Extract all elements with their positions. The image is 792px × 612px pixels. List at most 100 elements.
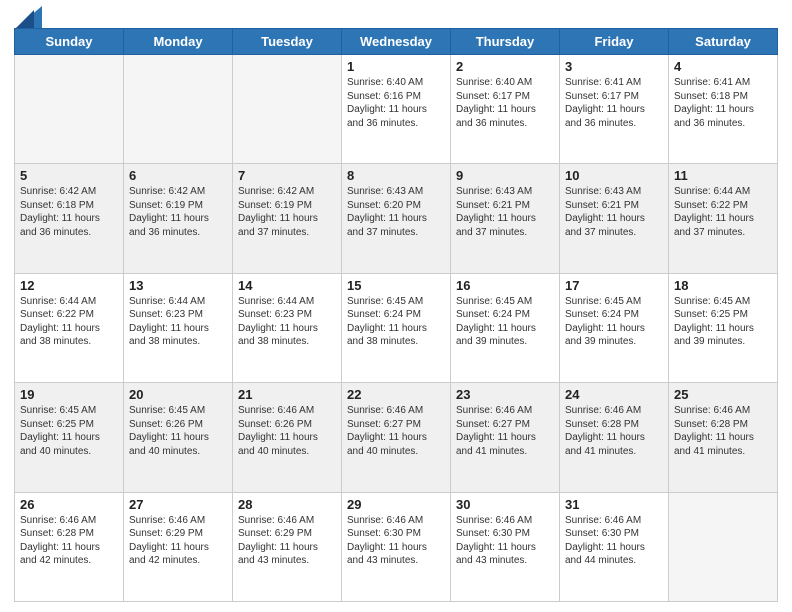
calendar-cell: 23 Sunrise: 6:46 AMSunset: 6:27 PMDayligh…	[451, 383, 560, 492]
day-info: Sunrise: 6:41 AMSunset: 6:18 PMDaylight:…	[674, 76, 772, 130]
day-number: 27	[129, 497, 227, 512]
weekday-header: Wednesday	[342, 29, 451, 55]
day-info: Sunrise: 6:44 AMSunset: 6:22 PMDaylight:…	[20, 295, 118, 349]
day-info: Sunrise: 6:46 AMSunset: 6:30 PMDaylight:…	[347, 514, 445, 568]
day-number: 3	[565, 59, 663, 74]
day-info: Sunrise: 6:43 AMSunset: 6:21 PMDaylight:…	[456, 185, 554, 239]
calendar-cell: 22Sunrise: 6:46 AMSunset: 6:27 PMDayligh…	[342, 383, 451, 492]
calendar-cell: 3 Sunrise: 6:41 AMSunset: 6:17 PMDaylight…	[560, 55, 669, 164]
calendar-cell: 31 Sunrise: 6:46 AMSunset: 6:30 PMDayligh…	[560, 492, 669, 601]
calendar-week-row: 12 Sunrise: 6:44 AMSunset: 6:22 PMDayligh…	[15, 273, 778, 382]
day-number: 19	[20, 387, 118, 402]
day-info: Sunrise: 6:46 AMSunset: 6:26 PMDaylight:…	[238, 404, 336, 458]
calendar-week-row: 26 Sunrise: 6:46 AMSunset: 6:28 PMDayligh…	[15, 492, 778, 601]
calendar-cell: 8 Sunrise: 6:43 AMSunset: 6:20 PMDaylight…	[342, 164, 451, 273]
weekday-header: Friday	[560, 29, 669, 55]
top-section	[14, 10, 778, 22]
day-number: 22	[347, 387, 445, 402]
day-number: 4	[674, 59, 772, 74]
calendar-cell: 25 Sunrise: 6:46 AMSunset: 6:28 PMDayligh…	[669, 383, 778, 492]
day-info: Sunrise: 6:45 AMSunset: 6:24 PMDaylight:…	[347, 295, 445, 349]
calendar-cell: 14 Sunrise: 6:44 AMSunset: 6:23 PMDayligh…	[233, 273, 342, 382]
calendar-cell: 27Sunrise: 6:46 AMSunset: 6:29 PMDayligh…	[124, 492, 233, 601]
calendar-cell: 15 Sunrise: 6:45 AMSunset: 6:24 PMDayligh…	[342, 273, 451, 382]
day-number: 23	[456, 387, 554, 402]
day-info: Sunrise: 6:43 AMSunset: 6:20 PMDaylight:…	[347, 185, 445, 239]
day-info: Sunrise: 6:40 AMSunset: 6:16 PMDaylight:…	[347, 76, 445, 130]
day-info: Sunrise: 6:46 AMSunset: 6:28 PMDaylight:…	[20, 514, 118, 568]
calendar-cell	[124, 55, 233, 164]
day-number: 13	[129, 278, 227, 293]
weekday-header: Saturday	[669, 29, 778, 55]
day-number: 12	[20, 278, 118, 293]
day-number: 2	[456, 59, 554, 74]
day-info: Sunrise: 6:46 AMSunset: 6:30 PMDaylight:…	[456, 514, 554, 568]
calendar-table: SundayMondayTuesdayWednesdayThursdayFrid…	[14, 28, 778, 602]
day-info: Sunrise: 6:46 AMSunset: 6:28 PMDaylight:…	[674, 404, 772, 458]
calendar-cell: 10 Sunrise: 6:43 AMSunset: 6:21 PMDayligh…	[560, 164, 669, 273]
page: SundayMondayTuesdayWednesdayThursdayFrid…	[0, 0, 792, 612]
day-number: 7	[238, 168, 336, 183]
calendar-cell: 5Sunrise: 6:42 AMSunset: 6:18 PMDaylight…	[15, 164, 124, 273]
day-info: Sunrise: 6:46 AMSunset: 6:30 PMDaylight:…	[565, 514, 663, 568]
day-info: Sunrise: 6:46 AMSunset: 6:27 PMDaylight:…	[456, 404, 554, 458]
calendar-header-row: SundayMondayTuesdayWednesdayThursdayFrid…	[15, 29, 778, 55]
calendar-cell: 30 Sunrise: 6:46 AMSunset: 6:30 PMDayligh…	[451, 492, 560, 601]
day-info: Sunrise: 6:41 AMSunset: 6:17 PMDaylight:…	[565, 76, 663, 130]
weekday-header: Monday	[124, 29, 233, 55]
calendar-cell: 19 Sunrise: 6:45 AMSunset: 6:25 PMDayligh…	[15, 383, 124, 492]
calendar-week-row: 19 Sunrise: 6:45 AMSunset: 6:25 PMDayligh…	[15, 383, 778, 492]
calendar-cell	[233, 55, 342, 164]
weekday-header: Sunday	[15, 29, 124, 55]
day-number: 29	[347, 497, 445, 512]
day-number: 18	[674, 278, 772, 293]
day-number: 28	[238, 497, 336, 512]
day-info: Sunrise: 6:43 AMSunset: 6:21 PMDaylight:…	[565, 185, 663, 239]
day-number: 8	[347, 168, 445, 183]
calendar-cell: 1 Sunrise: 6:40 AMSunset: 6:16 PMDaylight…	[342, 55, 451, 164]
day-info: Sunrise: 6:44 AMSunset: 6:23 PMDaylight:…	[129, 295, 227, 349]
calendar-cell: 29 Sunrise: 6:46 AMSunset: 6:30 PMDayligh…	[342, 492, 451, 601]
day-number: 10	[565, 168, 663, 183]
day-number: 30	[456, 497, 554, 512]
day-info: Sunrise: 6:45 AMSunset: 6:24 PMDaylight:…	[565, 295, 663, 349]
day-number: 26	[20, 497, 118, 512]
calendar-cell: 12 Sunrise: 6:44 AMSunset: 6:22 PMDayligh…	[15, 273, 124, 382]
day-number: 9	[456, 168, 554, 183]
day-info: Sunrise: 6:45 AMSunset: 6:26 PMDaylight:…	[129, 404, 227, 458]
calendar-cell: 4 Sunrise: 6:41 AMSunset: 6:18 PMDaylight…	[669, 55, 778, 164]
day-number: 15	[347, 278, 445, 293]
day-number: 1	[347, 59, 445, 74]
calendar-cell: 11Sunrise: 6:44 AMSunset: 6:22 PMDayligh…	[669, 164, 778, 273]
calendar-cell	[15, 55, 124, 164]
day-info: Sunrise: 6:45 AMSunset: 6:25 PMDaylight:…	[20, 404, 118, 458]
calendar-cell: 20 Sunrise: 6:45 AMSunset: 6:26 PMDayligh…	[124, 383, 233, 492]
day-number: 21	[238, 387, 336, 402]
calendar-cell: 18Sunrise: 6:45 AMSunset: 6:25 PMDayligh…	[669, 273, 778, 382]
weekday-header: Thursday	[451, 29, 560, 55]
day-number: 17	[565, 278, 663, 293]
day-info: Sunrise: 6:42 AMSunset: 6:19 PMDaylight:…	[129, 185, 227, 239]
calendar-cell: 21 Sunrise: 6:46 AMSunset: 6:26 PMDayligh…	[233, 383, 342, 492]
calendar-cell: 16Sunrise: 6:45 AMSunset: 6:24 PMDayligh…	[451, 273, 560, 382]
calendar-cell: 6Sunrise: 6:42 AMSunset: 6:19 PMDaylight…	[124, 164, 233, 273]
day-number: 24	[565, 387, 663, 402]
day-number: 16	[456, 278, 554, 293]
calendar-cell: 28 Sunrise: 6:46 AMSunset: 6:29 PMDayligh…	[233, 492, 342, 601]
day-info: Sunrise: 6:42 AMSunset: 6:19 PMDaylight:…	[238, 185, 336, 239]
day-info: Sunrise: 6:40 AMSunset: 6:17 PMDaylight:…	[456, 76, 554, 130]
day-info: Sunrise: 6:46 AMSunset: 6:28 PMDaylight:…	[565, 404, 663, 458]
calendar-cell: 7 Sunrise: 6:42 AMSunset: 6:19 PMDaylight…	[233, 164, 342, 273]
day-number: 31	[565, 497, 663, 512]
logo-icon	[16, 6, 42, 28]
calendar-cell: 2 Sunrise: 6:40 AMSunset: 6:17 PMDaylight…	[451, 55, 560, 164]
logo	[14, 10, 42, 22]
day-info: Sunrise: 6:44 AMSunset: 6:23 PMDaylight:…	[238, 295, 336, 349]
day-number: 25	[674, 387, 772, 402]
calendar-cell: 17 Sunrise: 6:45 AMSunset: 6:24 PMDayligh…	[560, 273, 669, 382]
day-info: Sunrise: 6:46 AMSunset: 6:29 PMDaylight:…	[238, 514, 336, 568]
day-number: 20	[129, 387, 227, 402]
day-number: 5	[20, 168, 118, 183]
day-number: 14	[238, 278, 336, 293]
calendar-cell	[669, 492, 778, 601]
